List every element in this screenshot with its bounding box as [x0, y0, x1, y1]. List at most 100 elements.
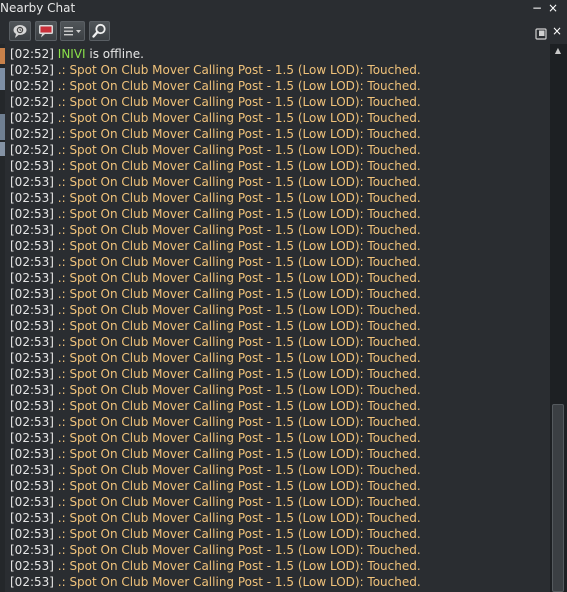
- search-button[interactable]: [89, 21, 110, 41]
- chat-timestamp: [02:52]: [10, 127, 54, 141]
- chat-timestamp: [02:53]: [10, 511, 54, 525]
- chat-timestamp: [02:53]: [10, 479, 54, 493]
- chat-timestamp: [02:53]: [10, 527, 54, 541]
- chat-timestamp: [02:53]: [10, 271, 54, 285]
- chat-timestamp: [02:52]: [10, 111, 54, 125]
- chat-timestamp: [02:53]: [10, 287, 54, 301]
- chat-line: [02:53] .: Spot On Club Mover Calling Po…: [10, 190, 421, 206]
- chat-timestamp: [02:53]: [10, 559, 54, 573]
- chat-message-text: .: Spot On Club Mover Calling Post - 1.5…: [53, 223, 421, 237]
- chat-message-text: .: Spot On Club Mover Calling Post - 1.5…: [53, 511, 421, 525]
- chat-timestamp: [02:53]: [10, 223, 54, 237]
- chat-status-text: is offline.: [85, 47, 144, 61]
- chat-message-text: .: Spot On Club Mover Calling Post - 1.5…: [53, 63, 421, 77]
- chat-message-text: .: Spot On Club Mover Calling Post - 1.5…: [53, 559, 421, 573]
- chat-timestamp: [02:53]: [10, 335, 54, 349]
- chat-timestamp: [02:53]: [10, 351, 54, 365]
- chat-timestamp: [02:53]: [10, 207, 54, 221]
- chat-message-text: .: Spot On Club Mover Calling Post - 1.5…: [53, 191, 421, 205]
- title-bar[interactable]: Nearby Chat − ×: [0, 0, 567, 18]
- menu-options-icon: [64, 27, 81, 36]
- chat-line: [02:53] .: Spot On Club Mover Calling Po…: [10, 494, 421, 510]
- chat-avatar-name[interactable]: INIVI: [58, 47, 86, 61]
- chat-history-button[interactable]: [9, 21, 31, 41]
- conversation-icon: [39, 25, 53, 38]
- chat-scrollbar[interactable]: ▲: [550, 44, 567, 592]
- chat-line: [02:52] .: Spot On Club Mover Calling Po…: [10, 126, 421, 142]
- chat-timestamp: [02:53]: [10, 239, 54, 253]
- chat-line: [02:53] .: Spot On Club Mover Calling Po…: [10, 350, 421, 366]
- undock-icon: [535, 28, 547, 40]
- chat-line: [02:52] .: Spot On Club Mover Calling Po…: [10, 62, 421, 78]
- chat-timestamp: [02:52]: [10, 95, 54, 109]
- chat-message-text: .: Spot On Club Mover Calling Post - 1.5…: [53, 495, 421, 509]
- chat-message-text: .: Spot On Club Mover Calling Post - 1.5…: [53, 255, 421, 269]
- minimize-icon[interactable]: −: [530, 1, 544, 15]
- chat-message-text: .: Spot On Club Mover Calling Post - 1.5…: [53, 383, 421, 397]
- chat-message-text: .: Spot On Club Mover Calling Post - 1.5…: [53, 271, 421, 285]
- chat-message-text: .: Spot On Club Mover Calling Post - 1.5…: [53, 239, 421, 253]
- chat-line-status: [02:52] INIVI is offline.: [10, 46, 144, 62]
- conversation-button[interactable]: [35, 21, 57, 41]
- chat-line: [02:53] .: Spot On Club Mover Calling Po…: [10, 206, 421, 222]
- chat-timestamp: [02:53]: [10, 447, 54, 461]
- chat-timestamp: [02:53]: [10, 303, 54, 317]
- undock-button[interactable]: [535, 25, 547, 40]
- chat-line: [02:52] .: Spot On Club Mover Calling Po…: [10, 142, 421, 158]
- chat-line: [02:53] .: Spot On Club Mover Calling Po…: [10, 446, 421, 462]
- chat-toolbar: ×: [0, 20, 567, 44]
- chat-message-text: .: Spot On Club Mover Calling Post - 1.5…: [53, 447, 421, 461]
- chat-message-text: .: Spot On Club Mover Calling Post - 1.5…: [53, 95, 421, 109]
- chat-message-text: .: Spot On Club Mover Calling Post - 1.5…: [53, 463, 421, 477]
- chat-line: [02:53] .: Spot On Club Mover Calling Po…: [10, 398, 421, 414]
- chat-message-text: .: Spot On Club Mover Calling Post - 1.5…: [53, 431, 421, 445]
- chat-timestamp: [02:53]: [10, 175, 54, 189]
- chat-line: [02:53] .: Spot On Club Mover Calling Po…: [10, 382, 421, 398]
- chat-message-text: .: Spot On Club Mover Calling Post - 1.5…: [53, 367, 421, 381]
- search-icon: [92, 23, 106, 38]
- chat-timestamp: [02:53]: [10, 191, 54, 205]
- window-title: Nearby Chat: [0, 1, 76, 15]
- chat-line: [02:53] .: Spot On Club Mover Calling Po…: [10, 430, 421, 446]
- chat-line: [02:53] .: Spot On Club Mover Calling Po…: [10, 334, 421, 350]
- chat-line: [02:53] .: Spot On Club Mover Calling Po…: [10, 222, 421, 238]
- chat-message-text: .: Spot On Club Mover Calling Post - 1.5…: [53, 415, 421, 429]
- options-menu-button[interactable]: [60, 21, 85, 41]
- chat-timestamp: [02:52]: [10, 143, 54, 157]
- scroll-up-arrow[interactable]: ▲: [552, 46, 564, 56]
- chat-line: [02:52] .: Spot On Club Mover Calling Po…: [10, 94, 421, 110]
- chat-timestamp: [02:53]: [10, 431, 54, 445]
- chat-timestamp: [02:53]: [10, 159, 54, 173]
- chat-message-text: .: Spot On Club Mover Calling Post - 1.5…: [53, 335, 421, 349]
- chat-line: [02:53] .: Spot On Club Mover Calling Po…: [10, 510, 421, 526]
- chat-line: [02:53] .: Spot On Club Mover Calling Po…: [10, 270, 421, 286]
- chat-timestamp: [02:53]: [10, 255, 54, 269]
- chat-line: [02:53] .: Spot On Club Mover Calling Po…: [10, 174, 421, 190]
- chat-timestamp: [02:53]: [10, 495, 54, 509]
- chat-timestamp: [02:53]: [10, 543, 54, 557]
- chat-line: [02:52] .: Spot On Club Mover Calling Po…: [10, 110, 421, 126]
- chat-message-text: .: Spot On Club Mover Calling Post - 1.5…: [53, 575, 421, 589]
- chat-line: [02:53] .: Spot On Club Mover Calling Po…: [10, 286, 421, 302]
- chat-line: [02:53] .: Spot On Club Mover Calling Po…: [10, 558, 421, 574]
- chat-message-text: .: Spot On Club Mover Calling Post - 1.5…: [53, 111, 421, 125]
- scroll-thumb[interactable]: [552, 404, 564, 592]
- chat-message-text: .: Spot On Club Mover Calling Post - 1.5…: [53, 303, 421, 317]
- chat-timestamp: [02:53]: [10, 415, 54, 429]
- nearby-chat-window: Nearby Chat − × × [02:52] INIVI is offli…: [0, 0, 567, 592]
- chat-line: [02:53] .: Spot On Club Mover Calling Po…: [10, 158, 421, 174]
- chat-line: [02:53] .: Spot On Club Mover Calling Po…: [10, 366, 421, 382]
- chat-timestamp: [02:53]: [10, 383, 54, 397]
- chat-timestamp: [02:52]: [10, 47, 54, 61]
- panel-close-icon[interactable]: ×: [550, 24, 564, 38]
- chat-line: [02:53] .: Spot On Club Mover Calling Po…: [10, 574, 421, 590]
- chat-line: [02:53] .: Spot On Club Mover Calling Po…: [10, 526, 421, 542]
- chat-message-text: .: Spot On Club Mover Calling Post - 1.5…: [53, 127, 421, 141]
- chat-timestamp: [02:52]: [10, 63, 54, 77]
- chat-message-text: .: Spot On Club Mover Calling Post - 1.5…: [53, 399, 421, 413]
- chat-line: [02:53] .: Spot On Club Mover Calling Po…: [10, 318, 421, 334]
- close-icon[interactable]: ×: [546, 1, 560, 15]
- chat-history[interactable]: [02:52] INIVI is offline. [02:52] .: Spo…: [5, 44, 550, 592]
- chat-message-text: .: Spot On Club Mover Calling Post - 1.5…: [53, 351, 421, 365]
- chat-line: [02:53] .: Spot On Club Mover Calling Po…: [10, 478, 421, 494]
